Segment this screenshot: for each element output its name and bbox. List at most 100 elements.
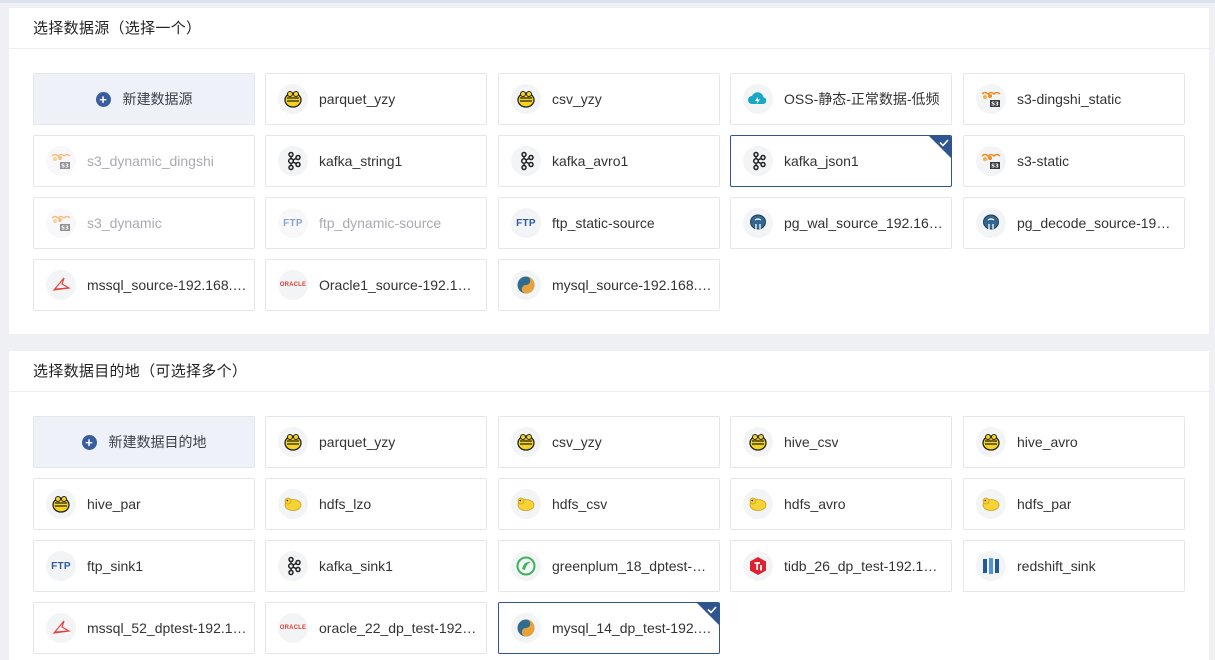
hadoop-icon	[976, 489, 1006, 519]
card-label: csv_yzy	[552, 434, 602, 450]
ftp-icon: FTP	[46, 551, 76, 581]
datasource-card[interactable]: hive_avro	[963, 416, 1185, 468]
card-label: mysql_source-192.168.1.1	[552, 277, 712, 293]
datasource-card[interactable]: parquet_yzy	[265, 73, 487, 125]
card-label: hive_csv	[784, 434, 839, 450]
card-label: hive_avro	[1017, 434, 1078, 450]
mysql-icon	[511, 270, 541, 300]
datasource-card[interactable]: S3 s3_dynamic_dingshi	[33, 135, 255, 187]
datasource-card[interactable]: greenplum_18_dptest-192.168	[498, 540, 720, 592]
datasource-card[interactable]: kafka_avro1	[498, 135, 720, 187]
card-label: hive_par	[87, 496, 141, 512]
svg-text:S3: S3	[991, 102, 999, 108]
datasource-card[interactable]: ORACLE oracle_22_dp_test-192.168.1	[265, 602, 487, 654]
card-label: mssql_source-192.168.1.1	[87, 277, 247, 293]
datasource-card[interactable]: pg_decode_source-192.168.1	[963, 197, 1185, 249]
card-label: s3-static	[1017, 153, 1070, 169]
datasource-card[interactable]: hdfs_par	[963, 478, 1185, 530]
datasource-card[interactable]: redshift_sink	[963, 540, 1185, 592]
plus-circle-icon: +	[95, 91, 111, 107]
datasource-card[interactable]: mssql_52_dptest-192.168.1	[33, 602, 255, 654]
s3-icon: S3	[976, 146, 1006, 176]
kafka-icon	[278, 146, 308, 176]
destination-section-title: 选择数据目的地（可选择多个）	[9, 351, 1209, 392]
datasource-card[interactable]: hdfs_avro	[730, 478, 952, 530]
selected-check-icon	[929, 136, 951, 158]
hive-bee-icon	[976, 427, 1006, 457]
datasource-card[interactable]: parquet_yzy	[265, 416, 487, 468]
datasource-card[interactable]: S3 s3-dingshi_static	[963, 73, 1185, 125]
card-label: ftp_sink1	[87, 558, 144, 574]
datasource-card[interactable]: kafka_json1	[730, 135, 952, 187]
source-section-title: 选择数据源（选择一个）	[9, 8, 1209, 49]
datasource-card[interactable]: hdfs_csv	[498, 478, 720, 530]
oracle-icon: ORACLE	[278, 270, 308, 300]
svg-text:S3: S3	[991, 164, 999, 170]
datasource-card[interactable]: kafka_sink1	[265, 540, 487, 592]
card-label: hdfs_avro	[784, 496, 846, 512]
new-source-button[interactable]: + 新建数据源	[33, 73, 255, 125]
s3-icon: S3	[46, 208, 76, 238]
postgres-icon	[743, 208, 773, 238]
datasource-card[interactable]: FTP ftp_sink1	[33, 540, 255, 592]
datasource-card[interactable]: kafka_string1	[265, 135, 487, 187]
new-card-label: 新建数据源	[122, 91, 193, 107]
card-label: greenplum_18_dptest-192.168	[552, 558, 712, 574]
datasource-card[interactable]: OSS-静态-正常数据-低频	[730, 73, 952, 125]
datasource-card[interactable]: hdfs_lzo	[265, 478, 487, 530]
top-border	[0, 0, 1215, 3]
new-destination-button[interactable]: + 新建数据目的地	[33, 416, 255, 468]
datasource-card[interactable]: mssql_source-192.168.1.1	[33, 259, 255, 311]
svg-text:S3: S3	[61, 226, 69, 232]
datasource-card[interactable]: csv_yzy	[498, 73, 720, 125]
cloud-oss-icon	[743, 84, 773, 114]
ftp-icon: FTP	[278, 208, 308, 238]
datasource-card[interactable]: mysql_source-192.168.1.1	[498, 259, 720, 311]
datasource-card[interactable]: tidb_26_dp_test-192.168.1	[730, 540, 952, 592]
kafka-icon	[278, 551, 308, 581]
datasource-card[interactable]: hive_par	[33, 478, 255, 530]
card-label: s3-dingshi_static	[1017, 91, 1122, 107]
card-label: hdfs_par	[1017, 496, 1072, 512]
hive-bee-icon	[743, 427, 773, 457]
datasource-card[interactable]: S3 s3_dynamic	[33, 197, 255, 249]
source-panel: 选择数据源（选择一个） + 新建数据源 parquet_yzy csv_yzy OSS-…	[9, 8, 1209, 334]
mssql-icon	[46, 270, 76, 300]
card-label: OSS-静态-正常数据-低频	[784, 91, 940, 107]
new-card-label: 新建数据目的地	[108, 434, 207, 450]
postgres-icon	[976, 208, 1006, 238]
hive-bee-icon	[278, 84, 308, 114]
plus-circle-icon: +	[81, 434, 97, 450]
ftp-icon: FTP	[511, 208, 541, 238]
destination-panel: 选择数据目的地（可选择多个） + 新建数据目的地 parquet_yzy csv_yz…	[9, 351, 1209, 660]
card-label: tidb_26_dp_test-192.168.1	[784, 558, 944, 574]
card-label: kafka_string1	[319, 153, 403, 169]
s3-icon: S3	[46, 146, 76, 176]
kafka-icon	[511, 146, 541, 176]
card-label: ftp_dynamic-source	[319, 215, 442, 231]
hive-bee-icon	[278, 427, 308, 457]
oracle-icon: ORACLE	[278, 613, 308, 643]
datasource-card[interactable]: S3 s3-static	[963, 135, 1185, 187]
card-label: hdfs_lzo	[319, 496, 372, 512]
datasource-card[interactable]: FTP ftp_static-source	[498, 197, 720, 249]
datasource-card[interactable]: mysql_14_dp_test-192.168.1	[498, 602, 720, 654]
datasource-card[interactable]: FTP ftp_dynamic-source	[265, 197, 487, 249]
card-label: oracle_22_dp_test-192.168.1	[319, 620, 479, 636]
redshift-icon	[976, 551, 1006, 581]
card-label: pg_wal_source_192.168.1.1	[784, 215, 944, 231]
card-label: kafka_sink1	[319, 558, 393, 574]
svg-text:S3: S3	[61, 164, 69, 170]
card-label: kafka_avro1	[552, 153, 629, 169]
mysql-icon	[511, 613, 541, 643]
card-label: parquet_yzy	[319, 91, 396, 107]
datasource-card[interactable]: pg_wal_source_192.168.1.1	[730, 197, 952, 249]
datasource-card[interactable]: csv_yzy	[498, 416, 720, 468]
card-label: mssql_52_dptest-192.168.1	[87, 620, 247, 636]
datasource-card[interactable]: hive_csv	[730, 416, 952, 468]
datasource-card[interactable]: ORACLE Oracle1_source-192.168.1	[265, 259, 487, 311]
card-label: pg_decode_source-192.168.1	[1017, 215, 1177, 231]
card-label: Oracle1_source-192.168.1	[319, 277, 479, 293]
card-label: csv_yzy	[552, 91, 602, 107]
hadoop-icon	[278, 489, 308, 519]
